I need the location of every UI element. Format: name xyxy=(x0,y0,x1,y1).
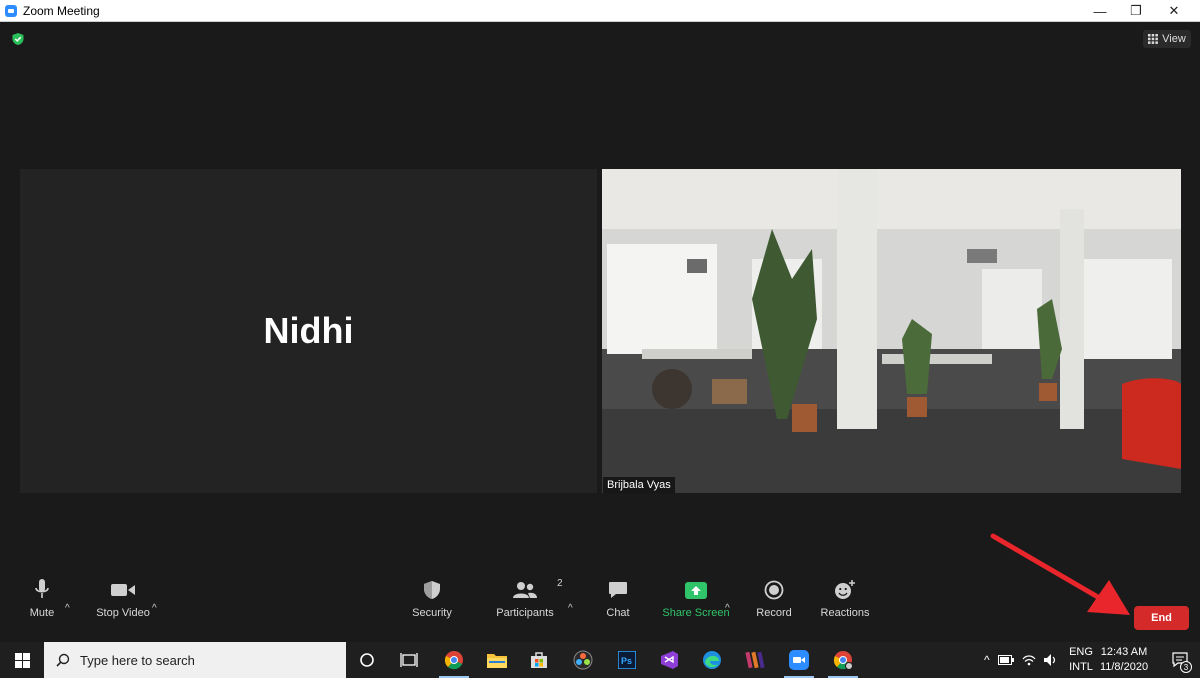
security-button[interactable]: Security xyxy=(408,575,456,642)
chrome-icon xyxy=(444,651,463,670)
encryption-shield-icon[interactable] xyxy=(11,32,25,46)
lang-line-1: ENG xyxy=(1069,646,1093,658)
video-camera-icon xyxy=(111,584,135,596)
title-bar: Zoom Meeting — ❐ ✕ xyxy=(0,0,1200,22)
office-video-feed xyxy=(602,169,1181,493)
taskbar-app-edge[interactable] xyxy=(691,642,733,678)
end-meeting-button[interactable]: End xyxy=(1134,606,1189,630)
view-button[interactable]: View xyxy=(1143,30,1191,48)
chat-label: Chat xyxy=(606,607,630,619)
security-shield-icon xyxy=(424,581,440,599)
clock-time: 12:43 AM xyxy=(1100,646,1148,658)
record-icon xyxy=(764,580,784,600)
taskbar-app-photoshop[interactable]: Ps xyxy=(606,642,648,678)
show-hidden-icons-icon[interactable]: ^ xyxy=(984,653,990,667)
participant-tile-nidhi[interactable]: Nidhi xyxy=(20,169,597,493)
participant-tile-video[interactable] xyxy=(602,169,1181,493)
taskbar-app-zoom[interactable] xyxy=(778,642,820,678)
emoji-plus-icon xyxy=(835,580,855,599)
zoom-app-icon xyxy=(5,4,17,17)
share-options-caret[interactable]: ^ xyxy=(725,603,730,614)
windows-logo-icon xyxy=(14,652,30,668)
chat-button[interactable]: Chat xyxy=(598,575,638,642)
photoshop-icon: Ps xyxy=(618,651,636,669)
task-view-button[interactable] xyxy=(388,642,430,678)
chat-bubble-icon xyxy=(609,582,627,598)
search-placeholder: Type here to search xyxy=(80,652,195,668)
security-label: Security xyxy=(412,607,452,619)
file-explorer-icon xyxy=(487,654,507,668)
notification-count-badge: 3 xyxy=(1180,661,1192,673)
zoom-icon xyxy=(789,650,809,670)
davinci-icon xyxy=(573,650,593,670)
search-icon xyxy=(56,653,70,667)
participants-count: 2 xyxy=(557,578,563,589)
stop-video-button[interactable]: Stop Video xyxy=(92,575,154,642)
taskbar-app-file-explorer[interactable] xyxy=(476,642,518,678)
battery-icon[interactable] xyxy=(997,655,1014,665)
wifi-icon[interactable] xyxy=(1022,654,1036,666)
svg-text:Ps: Ps xyxy=(621,656,632,666)
participants-button[interactable]: 2 Participants xyxy=(494,575,562,642)
participant-name-nidhi: Nidhi xyxy=(263,310,354,351)
stop-video-label: Stop Video xyxy=(96,607,150,619)
record-label: Record xyxy=(756,607,792,619)
taskbar-app-chrome[interactable] xyxy=(433,642,475,678)
system-tray: ^ xyxy=(984,642,1058,678)
video-options-caret[interactable]: ^ xyxy=(152,603,157,614)
winrar-icon xyxy=(745,651,765,669)
cortana-icon xyxy=(360,653,374,667)
record-button[interactable]: Record xyxy=(754,575,794,642)
taskbar-clock[interactable]: 12:43 AM 11/8/2020 xyxy=(1098,645,1150,675)
minimize-button[interactable]: — xyxy=(1080,0,1120,22)
action-center-button[interactable]: 3 xyxy=(1160,642,1200,678)
share-screen-button[interactable]: Share Screen xyxy=(661,575,731,642)
windows-taskbar: Type here to search Ps ^ ENG INTL 12:43 … xyxy=(0,642,1200,678)
store-icon xyxy=(531,652,547,668)
grid-icon xyxy=(1148,34,1159,44)
chrome-profile-icon xyxy=(833,651,853,670)
share-screen-label: Share Screen xyxy=(662,607,730,619)
lang-line-2: INTL xyxy=(1069,661,1093,673)
cortana-button[interactable] xyxy=(346,642,388,678)
reactions-button[interactable]: Reactions xyxy=(818,575,872,642)
audio-options-caret[interactable]: ^ xyxy=(65,603,70,614)
restore-button[interactable]: ❐ xyxy=(1116,0,1156,22)
taskbar-search-box[interactable]: Type here to search xyxy=(44,642,346,678)
close-button[interactable]: ✕ xyxy=(1154,0,1194,22)
volume-icon[interactable] xyxy=(1043,654,1058,666)
task-view-icon xyxy=(400,653,418,667)
visual-studio-icon xyxy=(661,651,678,669)
participants-options-caret[interactable]: ^ xyxy=(568,603,573,614)
reactions-label: Reactions xyxy=(820,607,870,619)
microphone-icon xyxy=(35,579,49,598)
annotation-arrow-icon xyxy=(990,533,1130,615)
share-screen-icon xyxy=(685,581,707,599)
start-button[interactable] xyxy=(0,642,44,678)
clock-date: 11/8/2020 xyxy=(1099,661,1149,673)
input-language-indicator[interactable]: ENG INTL xyxy=(1066,645,1096,675)
participants-label: Participants xyxy=(496,607,554,619)
view-label: View xyxy=(1162,33,1186,45)
participants-icon xyxy=(513,582,537,598)
window-title: Zoom Meeting xyxy=(23,3,100,18)
taskbar-app-store[interactable] xyxy=(518,642,560,678)
taskbar-app-davinci[interactable] xyxy=(562,642,604,678)
mute-label: Mute xyxy=(29,607,55,619)
taskbar-app-chrome-profile[interactable] xyxy=(822,642,864,678)
edge-icon xyxy=(703,651,721,669)
participant-name-label: Brijbala Vyas xyxy=(603,477,675,493)
taskbar-app-visual-studio[interactable] xyxy=(648,642,690,678)
mute-button[interactable]: Mute xyxy=(22,575,62,642)
taskbar-app-winrar[interactable] xyxy=(734,642,776,678)
